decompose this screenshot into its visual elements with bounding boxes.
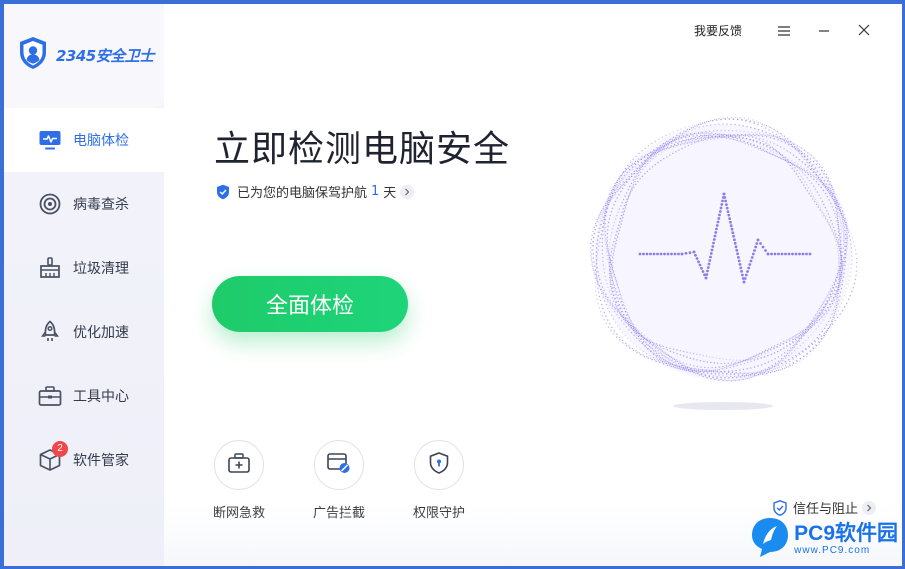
watermark-title: PC9软件园	[794, 521, 898, 545]
protection-status[interactable]: 已为您的电脑保驾护航 1 天	[216, 182, 415, 201]
package-icon: 2	[38, 441, 68, 472]
update-count-badge: 2	[52, 441, 68, 457]
brand-logo: 2345安全卫士	[18, 36, 154, 74]
site-watermark: PC9软件园 www.PC9.com	[750, 516, 898, 562]
window-controls: 我要反馈	[694, 20, 884, 40]
shield-check-outline-icon	[773, 499, 787, 516]
target-icon	[38, 192, 62, 216]
watermark-url: www.PC9.com	[794, 544, 871, 556]
pc9-logo-icon	[750, 516, 790, 562]
feedback-link[interactable]: 我要反馈	[694, 22, 742, 39]
shield-lock-icon	[429, 452, 449, 478]
app-window: 2345安全卫士 电脑体检 病毒查杀 垃圾清理 优化加速 工具中心 2 软件管家…	[4, 4, 902, 566]
menu-button[interactable]	[764, 20, 804, 40]
sidebar-item-tool-center[interactable]: 工具中心	[4, 364, 164, 428]
sidebar-item-label: 工具中心	[73, 389, 129, 405]
scan-orb-graphic	[582, 102, 864, 426]
sidebar-item-label: 优化加速	[73, 325, 129, 341]
monitor-pulse-icon	[38, 128, 62, 152]
shield-check-icon	[216, 184, 230, 200]
chevron-right-icon	[400, 184, 415, 199]
trust-label: 信任与阻止	[792, 502, 858, 517]
rocket-icon	[38, 320, 62, 344]
sidebar-item-virus-scan[interactable]: 病毒查杀	[4, 172, 164, 236]
tool-icon-ring	[314, 440, 364, 490]
sidebar-item-pc-checkup[interactable]: 电脑体检	[4, 108, 164, 172]
sidebar-item-software-manager[interactable]: 2 软件管家	[4, 428, 164, 492]
broom-icon	[38, 256, 62, 280]
sidebar-item-label: 垃圾清理	[73, 261, 129, 277]
protection-days: 1	[371, 184, 380, 199]
ad-block-icon	[327, 452, 351, 478]
tool-icon-ring	[414, 440, 464, 490]
close-button[interactable]	[844, 20, 884, 40]
protection-text: 已为您的电脑保驾护航	[237, 186, 368, 201]
brand-name: 2345安全卫士	[56, 46, 154, 65]
logo-area: 2345安全卫士	[4, 4, 164, 108]
toolbox-icon	[38, 384, 62, 408]
trust-and-block-link[interactable]: 信任与阻止	[773, 498, 876, 517]
sidebar-item-label: 电脑体检	[73, 133, 129, 149]
sidebar: 2345安全卫士 电脑体检 病毒查杀 垃圾清理 优化加速 工具中心 2 软件管家	[4, 4, 164, 566]
chevron-right-icon	[862, 500, 876, 515]
first-aid-kit-icon	[228, 453, 250, 477]
shield-user-icon	[18, 36, 48, 74]
protection-unit: 天	[383, 186, 397, 201]
full-scan-button[interactable]: 全面体检	[212, 276, 408, 332]
menu-icon	[778, 21, 790, 40]
page-title: 立即检测电脑安全	[214, 129, 511, 170]
close-icon	[858, 21, 870, 40]
sidebar-item-optimize[interactable]: 优化加速	[4, 300, 164, 364]
watermark-text: PC9软件园 www.PC9.com	[794, 521, 898, 556]
sidebar-item-label: 软件管家	[73, 453, 129, 469]
sidebar-item-junk-clean[interactable]: 垃圾清理	[4, 236, 164, 300]
tool-icon-ring	[214, 440, 264, 490]
minimize-icon	[818, 21, 830, 40]
minimize-button[interactable]	[804, 20, 844, 40]
sidebar-item-label: 病毒查杀	[73, 197, 129, 213]
